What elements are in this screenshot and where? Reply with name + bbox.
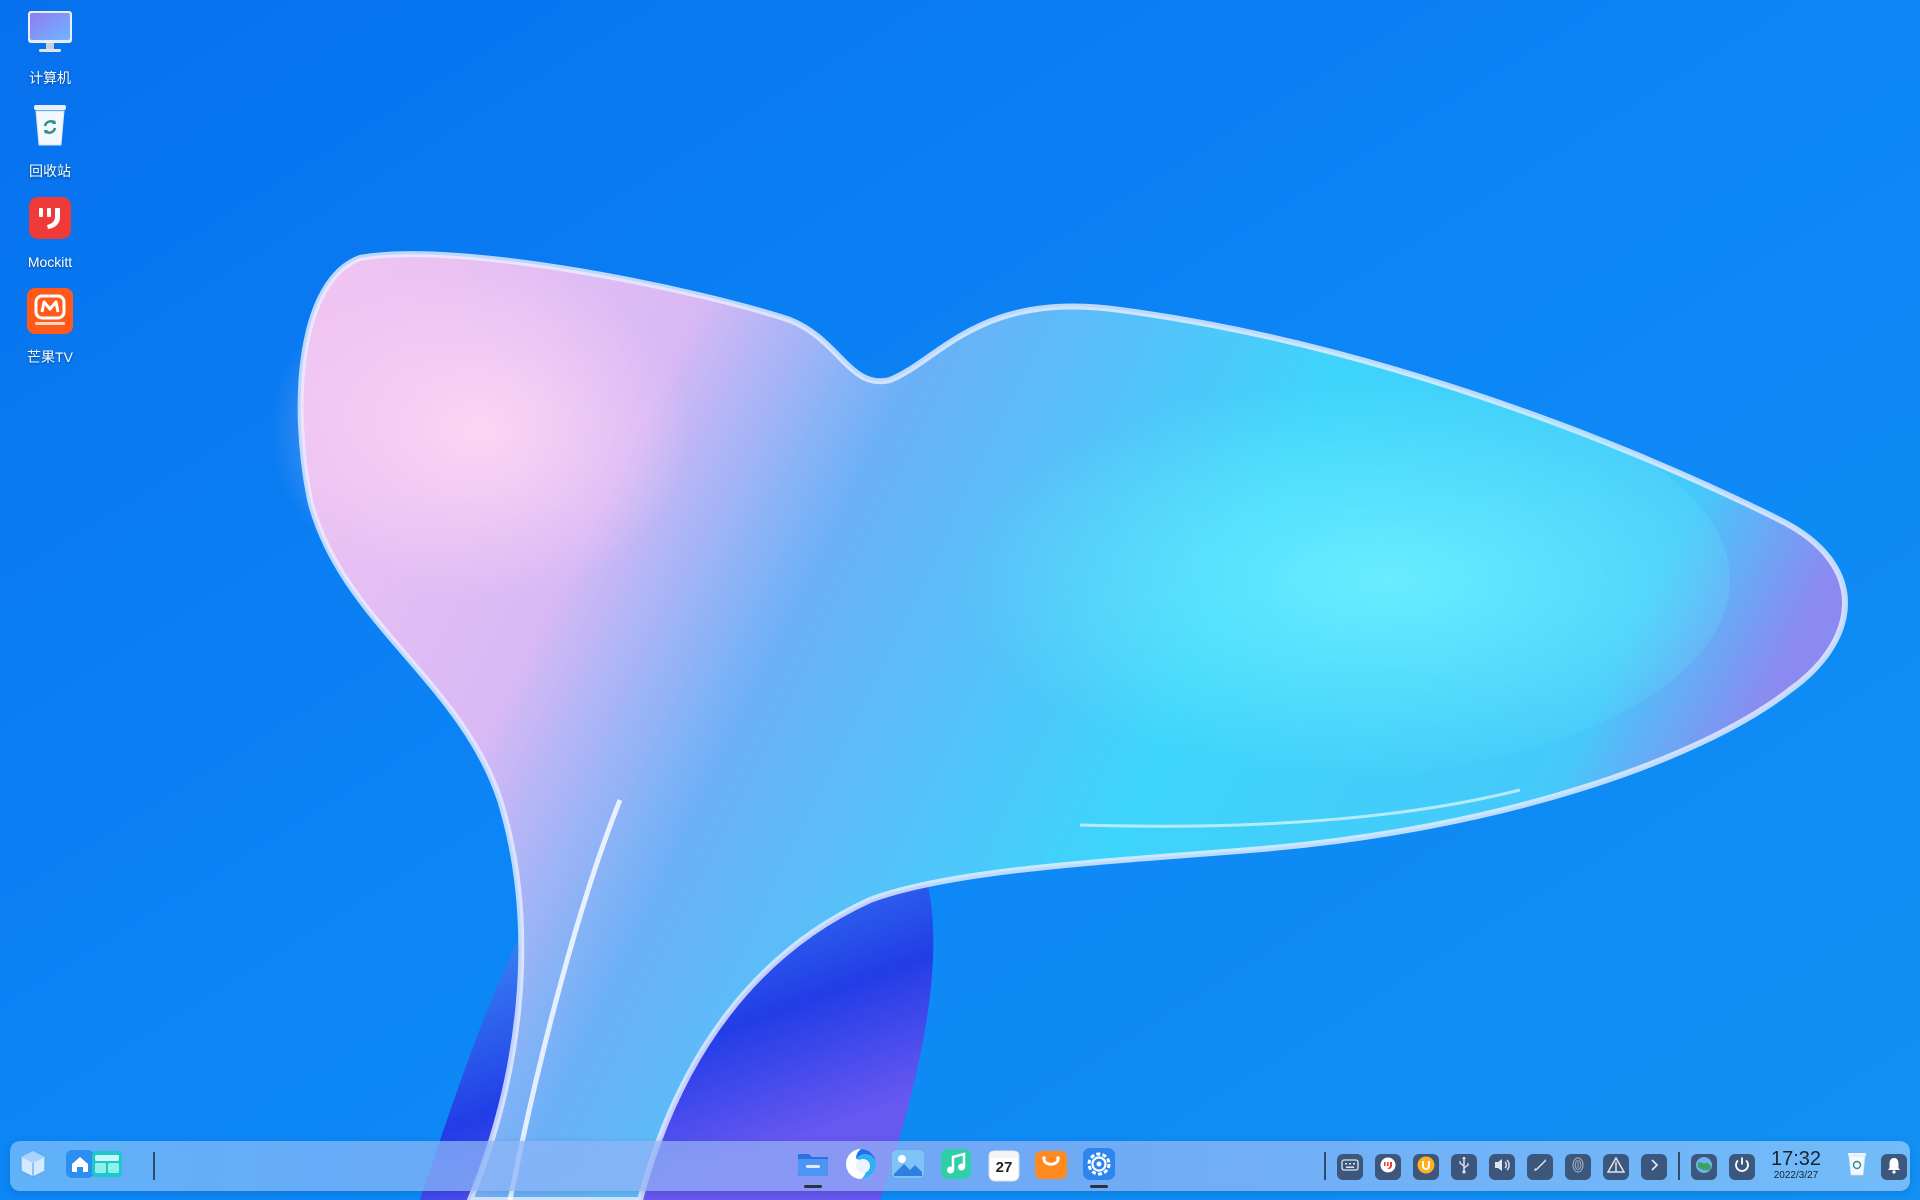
globe-tray-button[interactable] bbox=[1691, 1154, 1717, 1180]
notification-bell-icon bbox=[1886, 1156, 1902, 1179]
volume-icon bbox=[1493, 1157, 1511, 1178]
running-indicator bbox=[804, 1185, 822, 1188]
power-button[interactable] bbox=[1729, 1154, 1755, 1180]
music-player-icon bbox=[940, 1148, 972, 1185]
globe-icon bbox=[1695, 1156, 1713, 1179]
desktop-icon-label: 芒果TV bbox=[27, 349, 73, 365]
network-tray-button[interactable] bbox=[1603, 1154, 1629, 1180]
trash-tray-button[interactable] bbox=[1843, 1149, 1871, 1183]
calendar-icon: 27 bbox=[988, 1150, 1020, 1182]
calendar-button[interactable]: 27 bbox=[987, 1149, 1021, 1183]
network-icon bbox=[1606, 1155, 1626, 1178]
file-manager-button[interactable] bbox=[796, 1149, 830, 1183]
music-player-button[interactable] bbox=[939, 1148, 973, 1185]
mockitt-tray-button[interactable] bbox=[1375, 1154, 1401, 1180]
desktop-icon-trash[interactable]: 回收站 bbox=[0, 93, 100, 193]
pen-icon bbox=[1532, 1157, 1548, 1178]
browser-icon bbox=[844, 1147, 878, 1186]
trash-tray-icon bbox=[1846, 1151, 1868, 1182]
desktop-icon-label: 回收站 bbox=[29, 163, 71, 179]
calendar-day: 27 bbox=[995, 1159, 1013, 1176]
app-store-button[interactable] bbox=[1034, 1149, 1068, 1183]
usb-icon bbox=[1456, 1156, 1472, 1179]
mockitt-tray-icon bbox=[1380, 1157, 1396, 1178]
notification-button[interactable] bbox=[1881, 1154, 1907, 1180]
start-menu-icon bbox=[18, 1149, 48, 1184]
clock-date: 2022/3/27 bbox=[1773, 1170, 1819, 1181]
file-manager-icon bbox=[796, 1148, 830, 1185]
desktop-icon-label: Mockitt bbox=[27, 254, 73, 270]
settings-button[interactable] bbox=[1082, 1147, 1116, 1186]
multitask-view-icon bbox=[91, 1149, 123, 1184]
usb-tray-button[interactable] bbox=[1451, 1154, 1477, 1180]
settings-icon bbox=[1082, 1147, 1116, 1186]
desktop-wallpaper bbox=[0, 0, 1920, 1200]
taskbar-separator bbox=[1324, 1152, 1326, 1180]
mockitt-app-icon bbox=[24, 192, 76, 244]
desktop-icon-computer[interactable]: 计算机 bbox=[0, 0, 100, 100]
computer-icon bbox=[24, 6, 76, 58]
mangotv-app-icon bbox=[24, 285, 76, 337]
keyboard-tray-button[interactable] bbox=[1337, 1154, 1363, 1180]
trash-icon bbox=[24, 99, 76, 151]
volume-tray-button[interactable] bbox=[1489, 1154, 1515, 1180]
pen-tray-button[interactable] bbox=[1527, 1154, 1553, 1180]
clock-time: 17:32 bbox=[1770, 1148, 1822, 1170]
app-store-icon bbox=[1034, 1148, 1068, 1185]
ukey-tray-button[interactable] bbox=[1413, 1154, 1439, 1180]
image-viewer-icon bbox=[891, 1148, 925, 1185]
tray-expand-button[interactable] bbox=[1641, 1154, 1667, 1180]
multitask-view-button[interactable] bbox=[90, 1149, 124, 1183]
image-viewer-button[interactable] bbox=[891, 1149, 925, 1183]
running-indicator bbox=[1090, 1185, 1108, 1188]
taskbar: 27 17:32 2022/3/27 bbox=[10, 1141, 1910, 1191]
start-menu-button[interactable] bbox=[16, 1149, 50, 1183]
keyboard-icon bbox=[1341, 1158, 1359, 1177]
taskbar-separator bbox=[153, 1152, 155, 1180]
desktop-icon-mangotv[interactable]: 芒果TV bbox=[0, 279, 100, 379]
fingerprint-tray-button[interactable] bbox=[1565, 1154, 1591, 1180]
power-icon bbox=[1733, 1156, 1751, 1179]
browser-button[interactable] bbox=[844, 1147, 878, 1186]
desktop-icon-label: 计算机 bbox=[29, 70, 71, 86]
taskbar-separator bbox=[1678, 1152, 1680, 1180]
expand-arrow-icon bbox=[1648, 1158, 1660, 1177]
desktop-icon-mockitt[interactable]: Mockitt bbox=[0, 186, 100, 286]
ukey-tray-icon bbox=[1417, 1156, 1435, 1179]
clock[interactable]: 17:32 2022/3/27 bbox=[1763, 1148, 1829, 1182]
fingerprint-icon bbox=[1570, 1156, 1586, 1179]
